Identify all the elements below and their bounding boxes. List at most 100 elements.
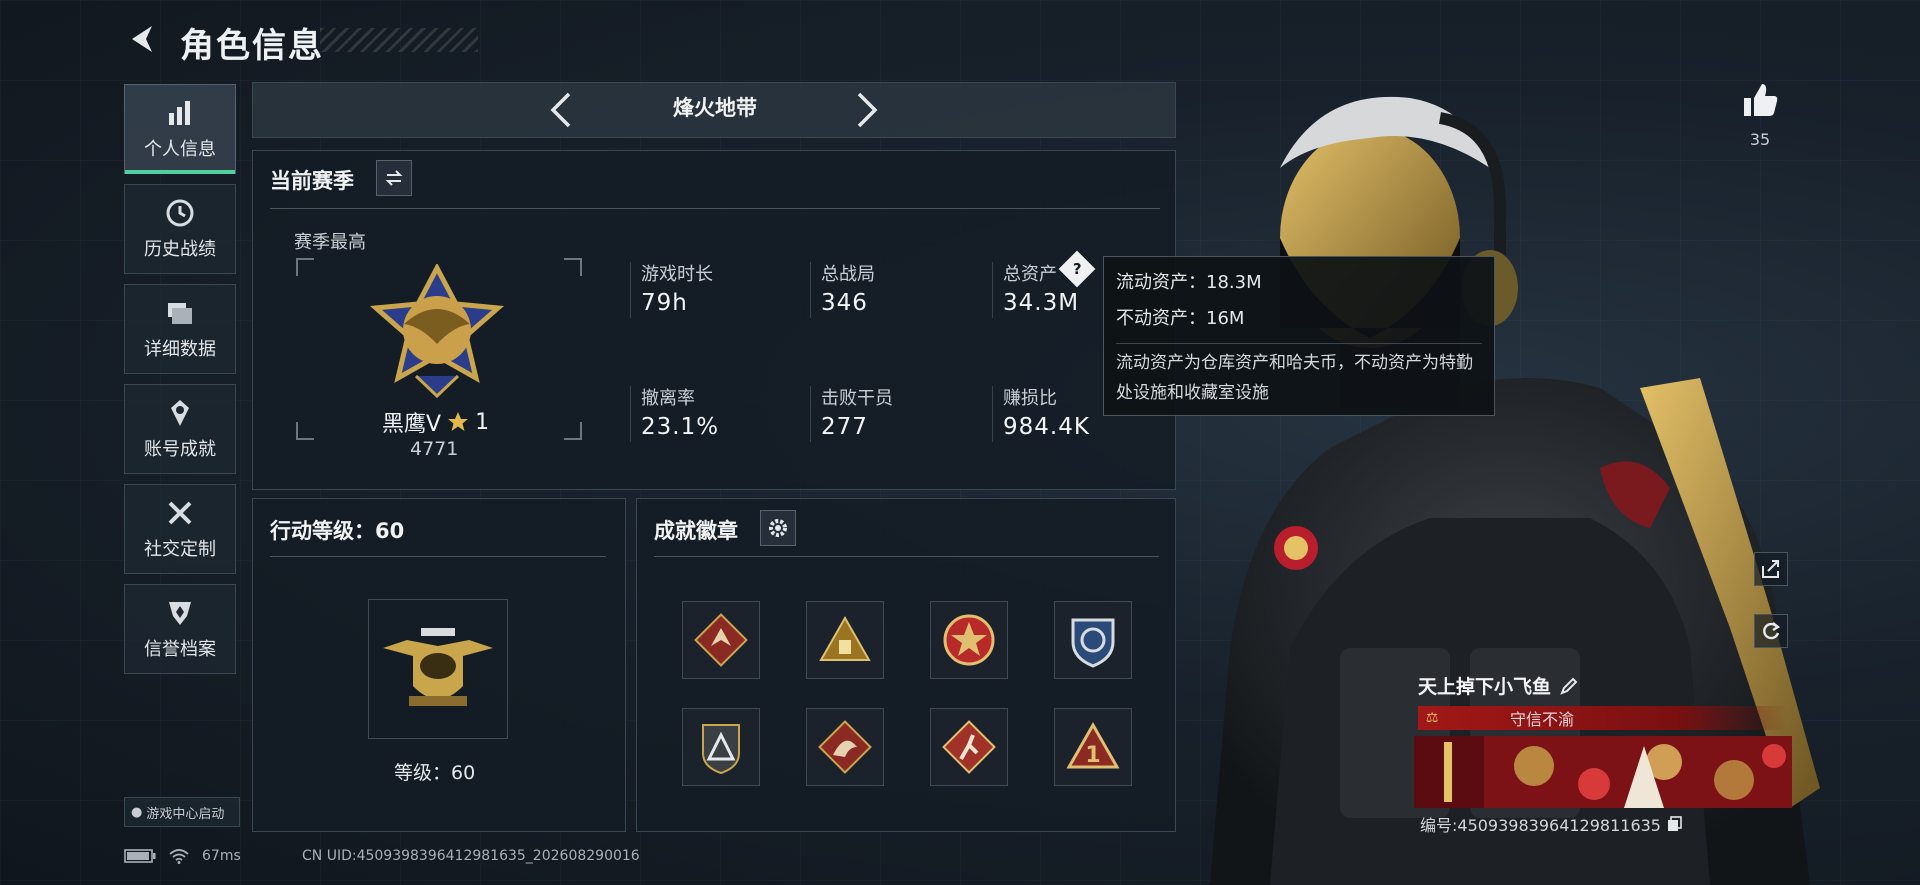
- stat-separator: [992, 386, 993, 442]
- player-name-row: 天上掉下小飞鱼: [1418, 672, 1579, 699]
- refresh-button[interactable]: [1754, 614, 1788, 648]
- sidebar-item-label: 账号成就: [144, 439, 216, 460]
- ping-value: 67ms: [202, 848, 241, 864]
- gear-icon: [769, 519, 787, 537]
- svg-text:1: 1: [1085, 743, 1100, 768]
- sidebar-item-personal-info[interactable]: 个人信息: [124, 84, 236, 174]
- sidebar-item-match-history[interactable]: 历史战绩: [124, 184, 236, 274]
- mode-title: 烽火地带: [673, 96, 757, 120]
- divider: [270, 556, 606, 557]
- mode-prev-button[interactable]: [541, 88, 581, 132]
- bar-chart-icon: [164, 97, 196, 129]
- stat-separator: [630, 262, 631, 318]
- like-count: 35: [1749, 130, 1771, 149]
- share-icon: [1762, 560, 1779, 578]
- divider: [270, 208, 1160, 209]
- pyramid-badge-icon: [702, 724, 740, 775]
- shield-icon: [164, 597, 196, 629]
- stat-separator: [630, 386, 631, 442]
- triangle-badge-icon: [819, 615, 871, 661]
- like-button[interactable]: [1738, 78, 1782, 122]
- divider: [654, 556, 1159, 557]
- stat-label-operators-defeated: 击败干员: [821, 388, 893, 409]
- season-best-label: 赛季最高: [294, 232, 366, 253]
- thumbs-up-icon: [1744, 84, 1778, 116]
- rank-name-row: 黑鹰Ⅴ 1: [382, 406, 489, 438]
- badges-settings-button[interactable]: [760, 510, 796, 546]
- badge-slot[interactable]: [682, 708, 760, 786]
- badge-slot[interactable]: [1054, 601, 1132, 679]
- badge-slot[interactable]: [682, 601, 760, 679]
- season-title: 当前赛季: [270, 169, 354, 193]
- stat-value-total-assets: 34.3M: [1003, 290, 1080, 316]
- rank-emblem-icon: [369, 264, 505, 399]
- rank-stars: 1: [475, 409, 490, 435]
- tooltip-liquid-assets: 流动资产：18.3M: [1116, 272, 1262, 293]
- chevron-right-icon: [857, 92, 878, 128]
- achievement-icon: [164, 397, 196, 429]
- player-name: 天上掉下小飞鱼: [1418, 676, 1552, 698]
- folder-icon: [164, 297, 196, 329]
- number-one-badge-icon: 1: [1066, 721, 1120, 769]
- badge-slot[interactable]: [806, 601, 884, 679]
- stat-label-extraction-rate: 撤离率: [641, 388, 695, 409]
- sidebar-item-detailed-data[interactable]: 详细数据: [124, 284, 236, 374]
- title-tag: ⚖ 守信不渝: [1418, 706, 1788, 730]
- runner-badge-icon: [942, 720, 996, 774]
- stat-label-total-assets: 总资产: [1003, 264, 1057, 285]
- helicopter-emblem-icon: [383, 628, 493, 706]
- stat-label-total-matches: 总战局: [821, 264, 875, 285]
- sidebar-item-label: 社交定制: [144, 539, 216, 560]
- share-button[interactable]: [1754, 552, 1788, 586]
- badge-slot[interactable]: [806, 708, 884, 786]
- stat-separator: [992, 262, 993, 318]
- page-title: 角色信息: [180, 26, 324, 66]
- assets-tooltip: 流动资产：18.3M 不动资产：16M 流动资产为仓库资产和哈夫币，不动资产为特…: [1103, 256, 1495, 416]
- wolf-badge-icon: [694, 613, 748, 667]
- tools-icon: [164, 497, 196, 529]
- back-button[interactable]: [124, 20, 162, 58]
- frame-corner: [296, 258, 314, 276]
- badge-slot[interactable]: [930, 601, 1008, 679]
- dragon-badge-icon: [818, 720, 872, 774]
- tooltip-description: 流动资产为仓库资产和哈夫币，不动资产为特勤处设施和收藏室设施: [1116, 343, 1482, 408]
- level-label: 等级：60: [394, 762, 476, 784]
- stat-value-playtime: 79h: [641, 290, 688, 316]
- sidebar-item-reputation-file[interactable]: 信誉档案: [124, 584, 236, 674]
- stat-label-profit-loss-ratio: 赚损比: [1003, 388, 1057, 409]
- action-level-title: 行动等级：60: [270, 519, 405, 543]
- edit-icon[interactable]: [1559, 676, 1579, 696]
- name-card-banner: [1414, 736, 1792, 808]
- status-bar: 67ms: [124, 848, 241, 864]
- sidebar-item-label: 个人信息: [144, 139, 216, 160]
- launch-label: 游戏中心启动: [146, 806, 225, 822]
- shield-badge-icon: [1071, 618, 1115, 668]
- sidebar-item-label: 历史战绩: [144, 239, 216, 260]
- season-switch-button[interactable]: [376, 160, 412, 196]
- game-center-launch-chip[interactable]: ● 游戏中心启动: [124, 797, 240, 827]
- stat-value-total-matches: 346: [821, 290, 868, 316]
- rank-points: 4771: [410, 438, 459, 460]
- copy-icon[interactable]: [1667, 816, 1683, 832]
- clock-icon: [164, 197, 196, 229]
- chevron-left-icon: [550, 92, 571, 128]
- mode-next-button[interactable]: [847, 88, 887, 132]
- star-icon: [448, 412, 469, 431]
- frame-corner: [564, 258, 582, 276]
- back-arrow-icon: [132, 26, 152, 52]
- swap-icon: [385, 170, 403, 186]
- sidebar-item-account-achievements[interactable]: 账号成就: [124, 384, 236, 474]
- question-icon: ?: [1072, 259, 1082, 278]
- cn-uid: CN UID:4509398396412981635_202608290016: [302, 848, 640, 864]
- qq-icon: ●: [131, 804, 143, 820]
- stat-value-operators-defeated: 277: [821, 414, 868, 440]
- title-tag-text: 守信不渝: [1510, 710, 1575, 729]
- badge-slot[interactable]: [930, 708, 1008, 786]
- stat-separator: [810, 262, 811, 318]
- badge-slot[interactable]: 1: [1054, 708, 1132, 786]
- star-medal-icon: [943, 614, 995, 666]
- sidebar-item-label: 详细数据: [144, 339, 216, 360]
- level-emblem-frame: [368, 599, 508, 739]
- sidebar-item-social-customization[interactable]: 社交定制: [124, 484, 236, 574]
- scale-icon: ⚖: [1425, 710, 1439, 726]
